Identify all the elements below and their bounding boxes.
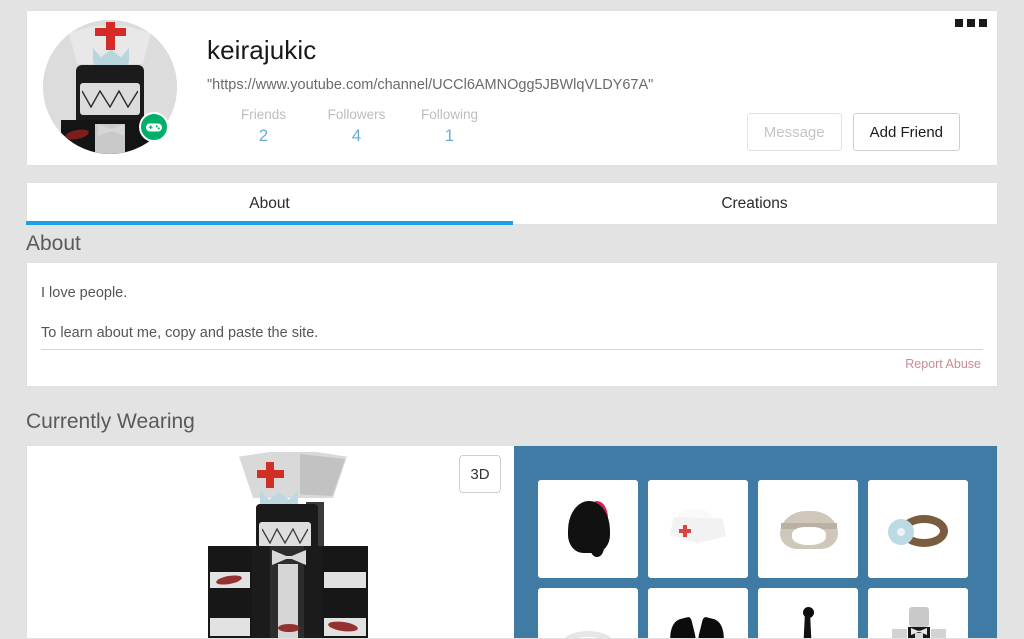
leaf-right bbox=[693, 616, 729, 638]
item-thumbnail bbox=[772, 493, 844, 565]
wearing-item-nurse-cap[interactable] bbox=[648, 480, 748, 578]
about-line: I love people. bbox=[41, 285, 128, 301]
wearing-item-black-pink-hair[interactable] bbox=[538, 480, 638, 578]
wearing-item-tuxedo-bundle[interactable] bbox=[868, 588, 968, 638]
stat-friends[interactable]: Friends 2 bbox=[217, 107, 310, 146]
item-thumbnail bbox=[882, 493, 954, 565]
wearing-items-grid bbox=[514, 456, 997, 638]
view-3d-button[interactable]: 3D bbox=[459, 455, 501, 493]
currently-wearing-title: Currently Wearing bbox=[26, 410, 195, 433]
more-options-icon[interactable] bbox=[955, 19, 987, 27]
stat-followers-value: 4 bbox=[351, 126, 362, 145]
stat-followers-label: Followers bbox=[327, 107, 386, 122]
figure-arm-right bbox=[931, 629, 946, 638]
hair-tail bbox=[590, 537, 604, 557]
stat-following-value: 1 bbox=[444, 126, 455, 145]
page-title: keirajukic bbox=[207, 35, 317, 65]
more-dot bbox=[967, 19, 975, 27]
avatar-hat-cross bbox=[95, 28, 126, 36]
profile-tabs: About Creations bbox=[26, 182, 998, 225]
avatar-3d-render bbox=[182, 446, 402, 638]
report-abuse-link[interactable]: Report Abuse bbox=[905, 357, 981, 371]
stat-followers[interactable]: Followers 4 bbox=[310, 107, 403, 146]
tab-about[interactable]: About bbox=[27, 183, 512, 224]
wearing-item-black-necktie[interactable] bbox=[758, 588, 858, 638]
avatar-teeth-icon bbox=[82, 90, 138, 108]
about-card: I love people. To learn about me, copy a… bbox=[26, 262, 998, 387]
stat-friends-value: 2 bbox=[258, 126, 269, 145]
cap-cross bbox=[679, 529, 691, 533]
profile-header-card: keirajukic "https://www.youtube.com/chan… bbox=[26, 10, 998, 166]
figure-arm-left bbox=[892, 629, 907, 638]
currently-wearing-card: 3D bbox=[26, 445, 998, 639]
tie-body bbox=[803, 616, 812, 638]
ring-outer bbox=[562, 631, 614, 638]
message-button[interactable]: Message bbox=[746, 113, 842, 151]
avatar[interactable] bbox=[43, 20, 177, 154]
render-band bbox=[210, 618, 250, 636]
render-hat-shade bbox=[300, 454, 345, 496]
about-line: To learn about me, copy and paste the si… bbox=[41, 325, 319, 341]
item-thumbnail bbox=[662, 601, 734, 638]
item-thumbnail bbox=[882, 601, 954, 638]
helmet-opening bbox=[792, 527, 826, 545]
avatar-hat-cross bbox=[106, 22, 115, 50]
avatar-3d-viewport[interactable]: 3D bbox=[27, 446, 514, 638]
wearing-item-white-ring[interactable] bbox=[538, 588, 638, 638]
profile-stats: Friends 2 Followers 4 Following 1 bbox=[217, 107, 496, 146]
item-thumbnail bbox=[662, 493, 734, 565]
active-tab-indicator bbox=[26, 221, 513, 225]
item-thumbnail bbox=[772, 601, 844, 638]
gamepad-icon bbox=[146, 123, 162, 131]
render-teeth-icon bbox=[262, 528, 308, 544]
headphone-cup-inner bbox=[897, 528, 905, 536]
wearing-items-panel bbox=[514, 446, 997, 638]
wearing-item-headphones[interactable] bbox=[868, 480, 968, 578]
wearing-item-tan-helmet[interactable] bbox=[758, 480, 858, 578]
divider bbox=[41, 349, 983, 350]
item-thumbnail bbox=[552, 601, 624, 638]
profile-page: keirajukic "https://www.youtube.com/chan… bbox=[0, 0, 1024, 639]
profile-actions: Message Add Friend bbox=[746, 113, 960, 151]
item-thumbnail bbox=[552, 493, 624, 565]
wearing-item-black-leaf-wings[interactable] bbox=[648, 588, 748, 638]
render-hat-cross bbox=[257, 470, 284, 478]
profile-bio-url: "https://www.youtube.com/channel/UCCl6AM… bbox=[207, 77, 654, 93]
render-decal bbox=[278, 624, 300, 632]
tab-creations[interactable]: Creations bbox=[512, 183, 997, 224]
figure-shirt bbox=[915, 633, 923, 638]
online-status-badge bbox=[139, 112, 169, 142]
more-dot bbox=[979, 19, 987, 27]
leaf-left bbox=[665, 616, 701, 638]
figure-head bbox=[909, 607, 929, 627]
add-friend-button[interactable]: Add Friend bbox=[852, 113, 960, 151]
more-dot bbox=[955, 19, 963, 27]
render-band bbox=[324, 572, 366, 588]
stat-friends-label: Friends bbox=[240, 107, 286, 122]
about-section-title: About bbox=[26, 232, 81, 255]
stat-following[interactable]: Following 1 bbox=[403, 107, 496, 146]
stat-following-label: Following bbox=[420, 107, 479, 122]
